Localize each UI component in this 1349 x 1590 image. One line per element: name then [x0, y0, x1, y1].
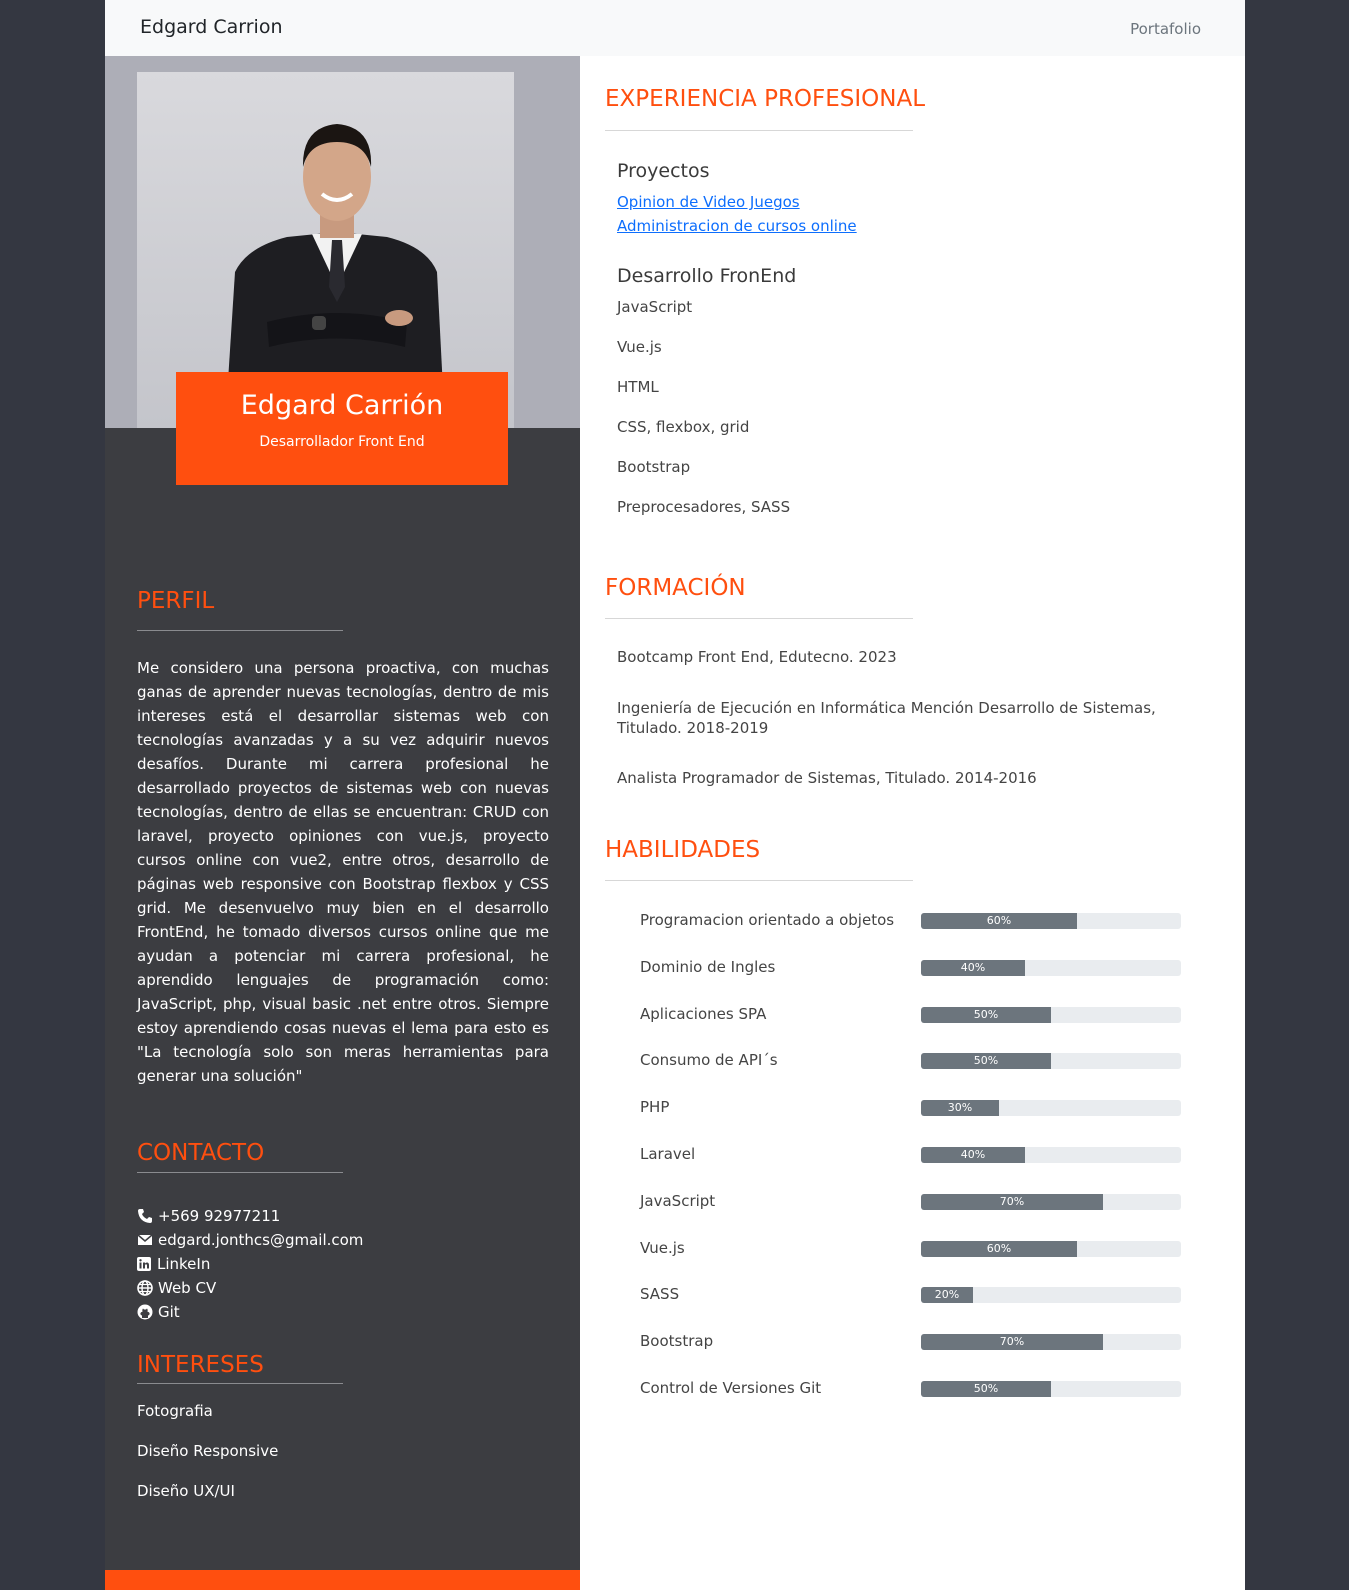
skill-row: Control de Versiones Git 50% — [640, 1379, 1190, 1399]
nav-link-portafolio[interactable]: Portafolio — [1130, 20, 1201, 38]
formacion-item: Bootcamp Front End, Edutecno. 2023 — [617, 648, 897, 666]
skill-label: Vue.js — [640, 1238, 685, 1257]
skill-progress-fill: 60% — [921, 1240, 1077, 1257]
formacion-heading: FORMACIÓN — [605, 575, 746, 601]
frontend-heading: Desarrollo FronEnd — [617, 265, 797, 287]
skill-row: Consumo de API´s 50% — [640, 1051, 1190, 1071]
skill-progress-fill: 40% — [921, 1147, 1025, 1163]
contact-linkedin[interactable]: LinkeIn — [137, 1252, 363, 1276]
skill-progress-track: 40% — [921, 959, 1181, 976]
skill-progress-track: 40% — [921, 1147, 1181, 1163]
left-sidebar: Edgard Carrión Desarrollador Front End P… — [105, 56, 580, 1590]
frontend-item: Vue.js — [617, 338, 662, 356]
skill-row: Programacion orientado a objetos 60% — [640, 911, 1190, 931]
frontend-item: CSS, flexbox, grid — [617, 418, 750, 436]
frontend-item: HTML — [617, 378, 659, 396]
skill-progress-track: 50% — [921, 1381, 1181, 1397]
contact-git-text: Git — [158, 1303, 180, 1321]
skill-progress-fill: 60% — [921, 913, 1077, 929]
skill-progress-fill: 70% — [921, 1193, 1103, 1210]
intereses-divider — [137, 1383, 343, 1384]
skill-label: Laravel — [640, 1145, 696, 1163]
project-link-cursos[interactable]: Administracion de cursos online — [617, 217, 857, 235]
navbar: Edgard Carrion Portafolio — [105, 0, 1245, 56]
navbar-brand[interactable]: Edgard Carrion — [140, 16, 283, 38]
skill-label: Control de Versiones Git — [640, 1379, 822, 1397]
phone-icon — [138, 1209, 152, 1223]
experiencia-divider — [605, 130, 913, 131]
skill-label: Programacion orientado a objetos — [640, 911, 895, 929]
project-link-videojuegos[interactable]: Opinion de Video Juegos — [617, 193, 800, 211]
skill-label: Bootstrap — [640, 1332, 714, 1351]
globe-icon — [137, 1280, 153, 1296]
skill-progress-fill: 50% — [921, 1053, 1051, 1070]
sidebar-footer-bar — [105, 1570, 580, 1590]
skill-label: PHP — [640, 1098, 670, 1117]
proyectos-heading: Proyectos — [617, 160, 710, 182]
contact-phone-text: +569 92977211 — [158, 1207, 281, 1225]
frontend-item: Preprocesadores, SASS — [617, 498, 791, 516]
frontend-item: JavaScript — [617, 298, 693, 316]
intereses-heading: INTERESES — [137, 1352, 264, 1378]
skill-progress-fill: 20% — [921, 1287, 973, 1304]
interest-item: Diseño Responsive — [137, 1442, 279, 1460]
skill-label: Aplicaciones SPA — [640, 1004, 767, 1023]
profile-name: Edgard Carrión — [240, 390, 444, 421]
skill-progress-fill: 50% — [921, 1006, 1051, 1023]
skill-progress-fill: 50% — [921, 1381, 1051, 1397]
skill-row: PHP 30% — [640, 1098, 1190, 1118]
skill-progress-fill: 30% — [921, 1100, 999, 1117]
perfil-divider — [137, 630, 343, 631]
profile-role: Desarrollador Front End — [259, 434, 425, 450]
contact-linkedin-text: LinkeIn — [157, 1255, 211, 1273]
experiencia-heading: EXPERIENCIA PROFESIONAL — [605, 86, 926, 112]
skill-progress-track: 70% — [921, 1193, 1181, 1210]
skill-row: JavaScript 70% — [640, 1191, 1190, 1212]
contact-phone[interactable]: +569 92977211 — [137, 1204, 363, 1228]
contacto-heading: CONTACTO — [137, 1140, 265, 1166]
contact-webcv[interactable]: Web CV — [137, 1276, 363, 1300]
linkedin-icon — [137, 1257, 151, 1271]
envelope-icon — [137, 1234, 153, 1245]
skill-label: JavaScript — [640, 1191, 716, 1210]
habilidades-divider — [605, 880, 913, 881]
skill-progress-track: 30% — [921, 1100, 1181, 1117]
contact-email-text: edgard.jonthcs@gmail.com — [158, 1231, 364, 1249]
skill-row: SASS 20% — [640, 1285, 1190, 1305]
skill-row: Dominio de Ingles 40% — [640, 957, 1190, 978]
contacto-divider — [137, 1172, 343, 1173]
skill-progress-track: 50% — [921, 1053, 1181, 1070]
skill-progress-track: 60% — [921, 913, 1181, 929]
skill-row: Aplicaciones SPA 50% — [640, 1004, 1190, 1025]
formacion-item: Analista Programador de Sistemas, Titula… — [617, 769, 1037, 787]
skill-progress-track: 70% — [921, 1334, 1181, 1351]
formacion-item: Ingeniería de Ejecución en Informática M… — [617, 699, 1156, 737]
skill-row: Laravel 40% — [640, 1145, 1190, 1165]
skill-progress-track: 20% — [921, 1287, 1181, 1304]
contact-list-items: +569 92977211 edgard.jonthcs@gmail.com L… — [137, 1204, 363, 1324]
contact-email[interactable]: edgard.jonthcs@gmail.com — [137, 1228, 363, 1252]
frontend-item: Bootstrap — [617, 458, 691, 476]
formacion-divider — [605, 618, 913, 619]
github-icon — [137, 1304, 153, 1320]
contact-webcv-text: Web CV — [158, 1279, 217, 1297]
skill-row: Vue.js 60% — [640, 1238, 1190, 1259]
skill-progress-track: 50% — [921, 1006, 1181, 1023]
skill-progress-fill: 40% — [921, 959, 1025, 976]
skill-label: SASS — [640, 1285, 680, 1304]
skill-label: Consumo de API´s — [640, 1051, 778, 1070]
interest-item: Diseño UX/UI — [137, 1482, 235, 1500]
perfil-heading: PERFIL — [137, 588, 215, 614]
name-card: Edgard Carrión Desarrollador Front End — [176, 372, 508, 485]
skill-progress-track: 60% — [921, 1240, 1181, 1257]
skill-row: Bootstrap 70% — [640, 1332, 1190, 1352]
habilidades-heading: HABILIDADES — [605, 837, 761, 863]
interest-item: Fotografia — [137, 1402, 213, 1420]
skill-label: Dominio de Ingles — [640, 957, 776, 976]
perfil-text: Me considero una persona proactiva, con … — [137, 659, 549, 1085]
contact-git[interactable]: Git — [137, 1300, 363, 1324]
page: Edgard Carrion Portafolio Edgard Carrión… — [105, 0, 1245, 1590]
skill-progress-fill: 70% — [921, 1334, 1103, 1351]
